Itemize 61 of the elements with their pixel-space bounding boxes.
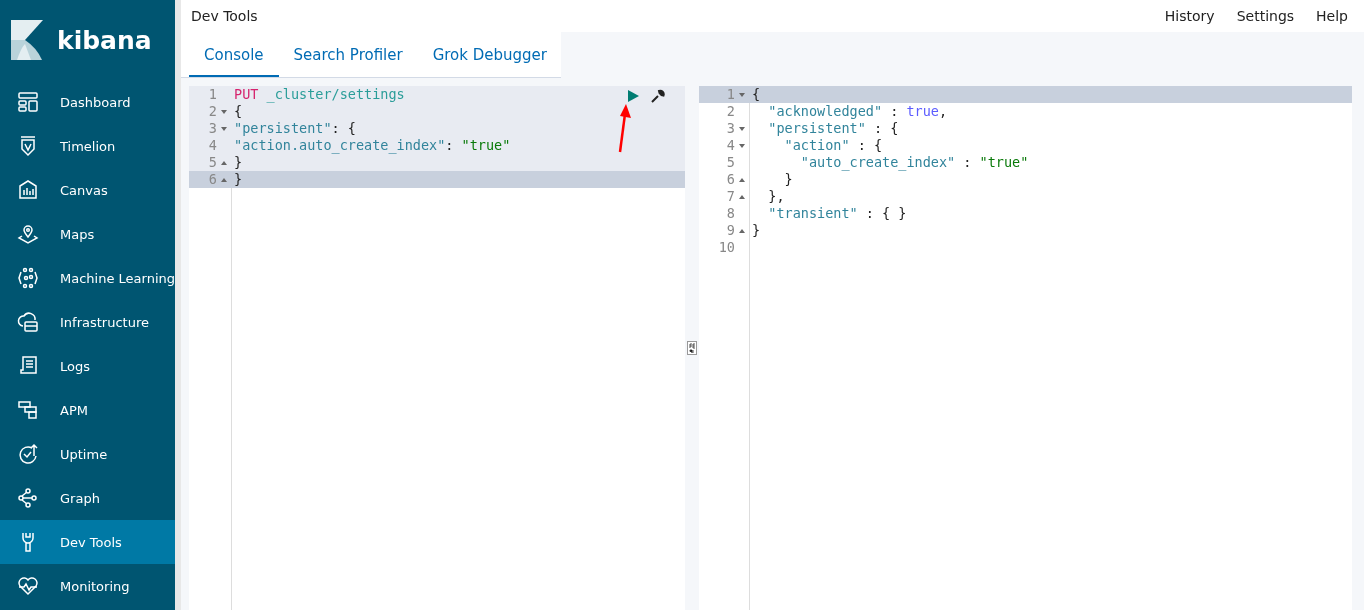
sidebar-item[interactable]: Canvas [0,168,175,212]
unfold-icon[interactable] [739,228,745,233]
code-text: } [751,222,761,239]
unfold-icon[interactable] [221,160,227,165]
sidebar-item[interactable]: Dashboard [0,80,175,124]
code-text: { [751,86,761,103]
sidebar-item[interactable]: Dev Tools [0,520,175,564]
code-text: "persistent": { [233,120,356,137]
tab[interactable]: Search Profiler [278,32,418,77]
code-text: "action.auto_create_index": "true" [233,137,511,154]
code-text: } [233,154,243,171]
unfold-icon[interactable] [739,177,745,182]
fold-icon[interactable] [221,126,227,131]
cloud-server-icon [17,311,39,333]
boxes-icon [17,399,39,421]
brand-name: kibana [57,25,152,55]
nodes-icon [17,487,39,509]
check-circle-icon [17,443,39,465]
code-text: } [233,171,243,188]
resize-handle-icon[interactable] [687,341,697,355]
map-pin-icon [17,223,39,245]
sidebar-item[interactable]: Maps [0,212,175,256]
sidebar-item[interactable]: Graph [0,476,175,520]
layout-icon [17,91,39,113]
fold-icon[interactable] [739,92,745,97]
code-text: "auto_create_index" : "true" [799,154,1029,171]
wrench-icon[interactable] [651,89,665,103]
code-text: "acknowledged" : true, [767,103,948,120]
easel-icon [17,179,39,201]
code-text: "persistent" : { [767,120,899,137]
sidebar-item[interactable]: Machine Learning [0,256,175,300]
code-text: "transient" : { } [767,205,907,222]
sidebar-item[interactable]: Uptime [0,432,175,476]
code-text: "action" : { [783,137,883,154]
tab[interactable]: Grok Debugger [417,32,562,77]
header-link[interactable]: Settings [1236,8,1295,24]
code-text: } [783,171,793,188]
header-link[interactable]: History [1164,8,1215,24]
line-number: 1 [725,86,735,103]
scroll-icon [17,355,39,377]
code-text: }, [767,188,785,205]
sidebar-item[interactable]: Monitoring [0,564,175,608]
request-editor[interactable]: 1 PUT _cluster/settings 2 { 3 "persistent": { 4 "action.auto_create_index": "true" 5 } 6 } [189,86,685,610]
logo-icon [11,20,43,60]
fold-icon[interactable] [739,126,745,131]
annotation-arrow [617,104,631,154]
page-title: Dev Tools [191,8,258,24]
code-text: PUT _cluster/settings [233,86,405,103]
sidebar-item[interactable]: APM [0,388,175,432]
heart-pulse-icon [17,575,39,597]
sidebar-item[interactable]: Infrastructure [0,300,175,344]
unfold-icon[interactable] [739,194,745,199]
fold-icon[interactable] [739,143,745,148]
header-link[interactable]: Help [1316,8,1348,24]
sidebar-item[interactable]: Timelion [0,124,175,168]
sidebar-item[interactable]: Logs [0,344,175,388]
dots-icon [17,267,39,289]
tab[interactable]: Console [189,32,279,77]
fold-icon[interactable] [221,109,227,114]
code-text: { [233,103,243,120]
unfold-icon[interactable] [221,177,227,182]
